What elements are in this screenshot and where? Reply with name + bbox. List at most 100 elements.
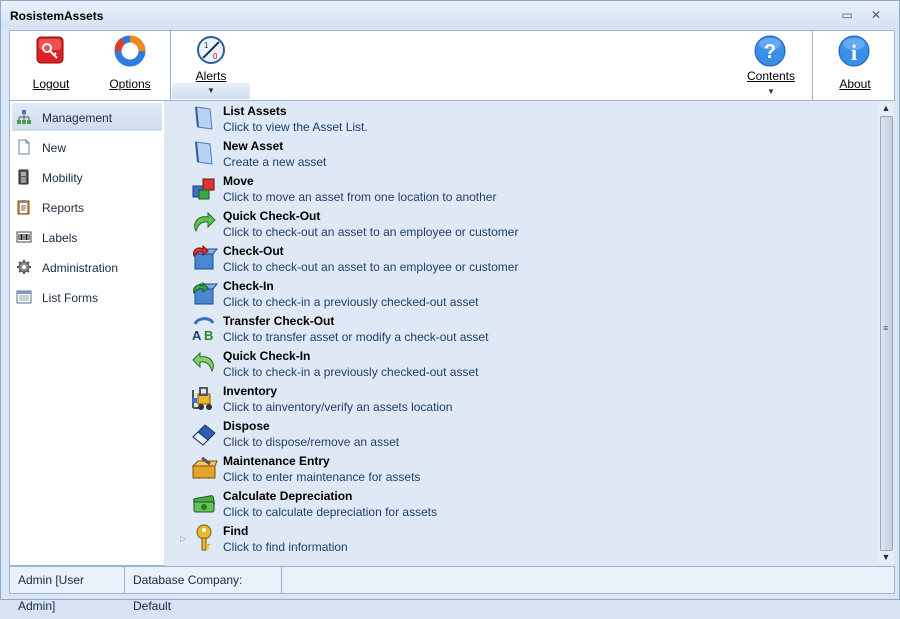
- task-title: Inventory: [223, 384, 278, 398]
- logout-button[interactable]: Logout: [26, 33, 76, 97]
- minimize-button[interactable]: ▭: [838, 7, 856, 23]
- green-arrow-in-icon: [192, 351, 214, 373]
- svg-text:B: B: [204, 328, 213, 342]
- task-transfer-check-out[interactable]: A B Transfer Check-Out Click to transfer…: [190, 311, 790, 345]
- task-inventory[interactable]: Inventory Click to ainventory/verify an …: [190, 381, 790, 415]
- sidebar-item-label: Administration: [42, 261, 119, 275]
- contents-button[interactable]: ? Contents ▼: [746, 33, 796, 97]
- sidebar-item-label: Reports: [42, 201, 85, 215]
- task-title: Check-In: [223, 279, 274, 293]
- task-list-panel: List Assets Click to view the Asset List…: [164, 100, 878, 565]
- vertical-scrollbar[interactable]: ▲ ≡ ▼: [878, 101, 894, 564]
- alerts-label: Alerts: [195, 69, 227, 83]
- task-title: Maintenance Entry: [223, 454, 330, 468]
- sidebar-item-administration[interactable]: Administration: [12, 253, 162, 281]
- task-find[interactable]: Find Click to find information: [190, 521, 790, 555]
- list-form-icon: [16, 290, 32, 304]
- box-checkout-icon: [193, 244, 218, 270]
- alerts-dropdown[interactable]: ▼: [172, 83, 250, 99]
- svg-text:1: 1: [204, 41, 209, 50]
- org-chart-icon: [17, 110, 31, 124]
- task-description: Click to find information: [223, 540, 348, 554]
- task-title: Quick Check-Out: [223, 209, 321, 223]
- task-title: Check-Out: [223, 244, 284, 258]
- box-checkin-icon: [193, 281, 218, 305]
- task-check-in[interactable]: Check-In Click to check-in a previously …: [190, 276, 790, 310]
- scroll-down-icon[interactable]: ▼: [878, 550, 894, 564]
- task-description: Click to dispose/remove an asset: [223, 435, 400, 449]
- sidebar-item-label: Mobility: [42, 171, 83, 185]
- sidebar-item-management[interactable]: Management: [12, 103, 162, 131]
- svg-text:i: i: [851, 40, 857, 65]
- grip-icon: ≡: [883, 323, 889, 333]
- chevron-down-icon: ▼: [207, 86, 215, 95]
- task-description: Click to check-out an asset to an employ…: [223, 260, 519, 274]
- sidebar-item-list-forms[interactable]: List Forms: [12, 283, 162, 311]
- expander-arrow-icon[interactable]: ▷: [180, 534, 186, 543]
- task-calculate-depreciation[interactable]: Calculate Depreciation Click to calculat…: [190, 486, 790, 520]
- info-icon: i: [838, 35, 870, 67]
- task-title: List Assets: [223, 104, 287, 118]
- status-bar: Admin [User Admin] Database Company: Def…: [9, 566, 895, 613]
- task-move[interactable]: Move Click to move an asset from one loc…: [190, 171, 790, 205]
- document-icon: [195, 141, 213, 165]
- close-button[interactable]: ✕: [867, 7, 885, 23]
- options-button[interactable]: Options: [105, 33, 155, 97]
- task-quick-check-in[interactable]: Quick Check-In Click to check-in a previ…: [190, 346, 790, 380]
- scroll-up-icon[interactable]: ▲: [878, 101, 894, 115]
- clipboard-report-icon: [17, 200, 30, 215]
- task-title: New Asset: [223, 139, 284, 153]
- status-separator: [281, 567, 282, 593]
- logout-label: Logout: [32, 77, 70, 91]
- about-button[interactable]: i About: [830, 33, 880, 97]
- ribbon-separator: [812, 31, 813, 100]
- task-description: Click to move an asset from one location…: [223, 190, 497, 204]
- new-document-icon: [18, 139, 30, 155]
- handheld-scanner-icon: [18, 169, 29, 185]
- gear-icon: [17, 260, 31, 274]
- sidebar-item-label: Management: [42, 111, 113, 125]
- sidebar-item-label: List Forms: [42, 291, 99, 305]
- task-list-assets[interactable]: List Assets Click to view the Asset List…: [190, 101, 790, 135]
- task-title: Transfer Check-Out: [223, 314, 335, 328]
- task-dispose[interactable]: Dispose Click to dispose/remove an asset: [190, 416, 790, 450]
- chevron-down-icon: ▼: [767, 87, 775, 96]
- forklift-icon: [192, 387, 212, 410]
- svg-text:0: 0: [213, 52, 218, 61]
- sidebar-item-mobility[interactable]: Mobility: [12, 163, 162, 191]
- sidebar-item-labels[interactable]: Labels: [12, 223, 162, 251]
- task-description: Click to check-in a previously checked-o…: [223, 365, 479, 379]
- logout-key-icon: [36, 36, 64, 64]
- task-description: Create a new asset: [223, 155, 327, 169]
- task-title: Quick Check-In: [223, 349, 311, 363]
- task-quick-check-out[interactable]: Quick Check-Out Click to check-out an as…: [190, 206, 790, 240]
- task-description: Click to view the Asset List.: [223, 120, 368, 134]
- task-description: Click to ainventory/verify an assets loc…: [223, 400, 453, 414]
- sidebar-nav: Management New Mobility Reports Labels A…: [9, 100, 165, 566]
- task-new-asset[interactable]: New Asset Create a new asset: [190, 136, 790, 170]
- toolbox-icon: [191, 456, 218, 479]
- task-title: Dispose: [223, 419, 270, 433]
- key-icon: [196, 524, 212, 551]
- green-arrow-out-icon: [194, 211, 216, 233]
- title-bar[interactable]: RosistemAssets ▭ ✕: [1, 1, 899, 29]
- task-check-out[interactable]: Check-Out Click to check-out an asset to…: [190, 241, 790, 275]
- ribbon-toolbar: Logout Options 1 0 Alerts ▼ ? Contents ▼…: [9, 30, 895, 101]
- task-maintenance-entry[interactable]: Maintenance Entry Click to enter mainten…: [190, 451, 790, 485]
- document-icon: [195, 106, 213, 130]
- money-icon: [193, 495, 215, 513]
- barcode-icon: [16, 231, 32, 243]
- task-title: Find: [223, 524, 249, 538]
- sidebar-item-reports[interactable]: Reports: [12, 193, 162, 221]
- svg-text:A: A: [192, 328, 202, 342]
- options-ring-icon: [114, 35, 146, 67]
- sidebar-item-new[interactable]: New: [12, 133, 162, 161]
- task-description: Click to transfer asset or modify a chec…: [223, 330, 489, 344]
- scroll-thumb[interactable]: ≡: [880, 116, 893, 551]
- about-label: About: [839, 77, 871, 91]
- contents-label: Contents: [746, 69, 796, 83]
- alerts-gauge-icon: 1 0: [197, 36, 225, 64]
- task-title: Move: [223, 174, 254, 188]
- options-label: Options: [109, 77, 151, 91]
- window-title: RosistemAssets: [10, 9, 104, 23]
